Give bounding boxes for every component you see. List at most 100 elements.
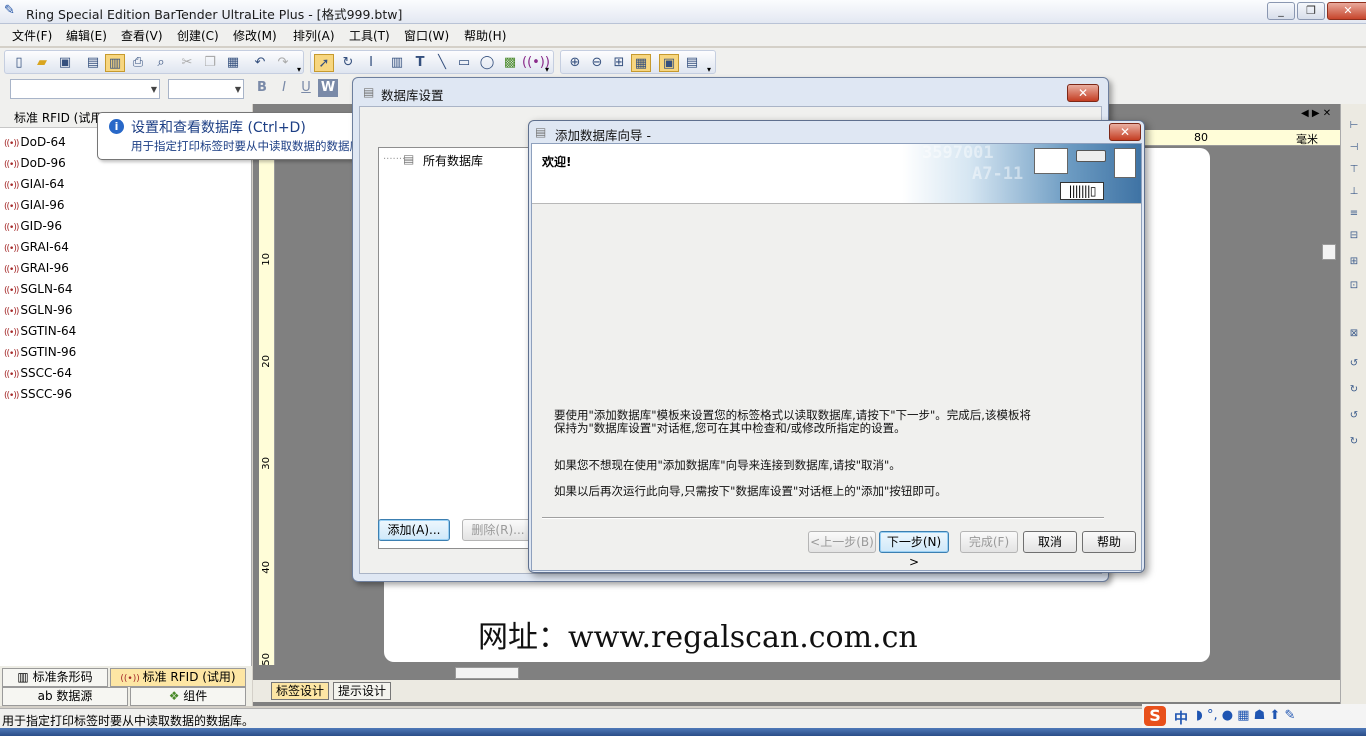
center-vertical-icon[interactable]: ⊡ [1346,280,1362,296]
list-item[interactable]: ((•)) SSCC-64 [4,366,72,380]
copy-icon[interactable]: ❐ [200,54,220,72]
label-url-text[interactable]: 网址：www.regalscan.com.cn [478,612,918,656]
page-setup-icon[interactable]: ▤ [83,54,103,72]
list-item[interactable]: ((•)) GRAI-64 [4,240,69,254]
menu-view[interactable]: 查看(V) [121,27,163,44]
ime-mode-label[interactable]: 中 [1174,708,1188,728]
label-printer-icon[interactable]: ▤ [682,54,702,72]
font-size-combo[interactable]: ▼ [168,79,244,99]
zoom-fit-icon[interactable]: ⊞ [609,54,629,72]
rotate-icon[interactable]: ↻ [338,54,358,72]
list-item[interactable]: ((•)) SSCC-96 [4,387,72,401]
next-button[interactable]: 下一步(N) > [879,531,949,569]
printer-settings-icon[interactable]: ▣ [659,54,679,72]
list-item[interactable]: ((•)) GIAI-64 [4,177,65,191]
tab-standard-barcode[interactable]: ▥ 标准条形码 [2,668,108,687]
rfid-tool-icon[interactable]: ((•)) [522,54,550,72]
rotate-180-icon[interactable]: ↻ [1346,384,1362,400]
open-folder-icon[interactable]: ▰ [32,54,52,72]
list-item[interactable]: ((•)) DoD-96 [4,156,66,170]
save-icon[interactable]: ▣ [55,54,75,72]
vertical-scrollbar-thumb[interactable] [1322,244,1336,260]
menu-file[interactable]: 文件(F) [12,27,52,44]
zoom-in-icon[interactable]: ⊕ [565,54,585,72]
tab-label-design[interactable]: 标签设计 [271,682,330,700]
rfid-icon: ((•)) [4,139,19,149]
font-name-combo[interactable]: ▼ [10,79,160,99]
zoom-out-icon[interactable]: ⊖ [587,54,607,72]
center-horizontal-icon[interactable]: ⊞ [1346,256,1362,272]
ime-tool-icons[interactable]: ◗ °, ● ▦ ☗ ⬆ ✎ [1196,708,1295,723]
back-button[interactable]: <上一步(B) [808,531,876,553]
align-bottom-icon[interactable]: ⊟ [1346,230,1362,246]
line-tool-icon[interactable]: ╲ [432,54,452,72]
menu-window[interactable]: 窗口(W) [404,27,449,44]
rotate-90-icon[interactable]: ↺ [1346,358,1362,374]
tab-datasource[interactable]: ab 数据源 [2,687,128,706]
align-middle-icon[interactable]: ≡ [1346,208,1362,224]
list-item[interactable]: ((•)) SGLN-96 [4,303,73,317]
italic-icon[interactable]: I [274,79,294,97]
restore-button[interactable]: ❐ [1297,2,1325,20]
help-button[interactable]: 帮助 [1082,531,1136,553]
barcode-tool-icon[interactable]: ▥ [387,54,407,72]
text-tool-icon[interactable]: T [410,54,430,72]
underline-icon[interactable]: U [296,79,316,97]
horizontal-scrollbar-thumb[interactable] [455,667,519,679]
sogou-logo-icon[interactable]: S [1144,706,1166,726]
menu-modify[interactable]: 修改(M) [233,27,277,44]
list-item[interactable]: ((•)) SGTIN-96 [4,345,76,359]
picture-tool-icon[interactable]: ▩ [500,54,520,72]
list-item[interactable]: ((•)) SGTIN-64 [4,324,76,338]
cut-icon[interactable]: ✂ [177,54,197,72]
menu-tools[interactable]: 工具(T) [349,27,390,44]
toolbar-overflow-icon[interactable]: ▾ [297,65,301,74]
toolbar-overflow-icon[interactable]: ▾ [545,65,549,74]
print-preview-icon[interactable]: ⌕ [151,54,171,72]
list-item[interactable]: ((•)) DoD-64 [4,135,66,149]
tab-prompt-design[interactable]: 提示设计 [333,682,392,700]
list-item[interactable]: ((•)) GIAI-96 [4,198,65,212]
grid-toggle-icon[interactable]: ▦ [631,54,651,72]
bold-icon[interactable]: B [252,79,272,97]
redo-icon[interactable]: ↷ [273,54,293,72]
cancel-button[interactable]: 取消 [1023,531,1077,553]
align-left-icon[interactable]: ⊢ [1346,120,1362,136]
panel-nav-icons[interactable]: ◀ ▶ ✕ [1301,108,1331,119]
finish-button[interactable]: 完成(F) [960,531,1018,553]
close-window-button[interactable]: ✕ [1327,2,1366,20]
word-wrap-icon[interactable]: W [318,79,338,97]
print-icon[interactable]: ⎙ [128,54,148,72]
text-cursor-icon[interactable]: I [361,54,381,72]
minimize-button[interactable]: _ [1267,2,1295,20]
database-setup-icon[interactable]: ▥ [105,54,125,72]
close-icon[interactable]: ✕ [1067,84,1099,102]
undo-icon[interactable]: ↶ [250,54,270,72]
close-icon[interactable]: ✕ [1109,123,1141,141]
tab-components[interactable]: ❖ 组件 [130,687,246,706]
delete-database-button[interactable]: 删除(R)... [462,519,534,541]
new-file-icon[interactable]: ▯ [9,54,29,72]
add-database-button[interactable]: 添加(A)... [378,519,450,541]
rotate-270-icon[interactable]: ↺ [1346,410,1362,426]
rotate-1-icon[interactable]: ↻ [1346,436,1362,452]
list-item[interactable]: ((•)) GID-96 [4,219,62,233]
wizard-paragraph: 保持为"数据库设置"对话框,您可在其中检查和/或修改所指定的设置。 [554,421,906,435]
tree-item-all-databases[interactable]: 所有数据库 [423,152,483,169]
rectangle-tool-icon[interactable]: ▭ [454,54,474,72]
menu-arrange[interactable]: 排列(A) [293,27,335,44]
menu-help[interactable]: 帮助(H) [464,27,506,44]
menu-edit[interactable]: 编辑(E) [66,27,107,44]
toolbar-overflow-icon[interactable]: ▾ [707,65,711,74]
align-center-icon[interactable]: ⊣ [1346,142,1362,158]
menu-create[interactable]: 创建(C) [177,27,219,44]
align-right-icon[interactable]: ⊤ [1346,164,1362,180]
ellipse-tool-icon[interactable]: ◯ [477,54,497,72]
select-pointer-icon[interactable]: ➚ [314,54,334,72]
distribute-icon[interactable]: ⊠ [1346,328,1362,344]
list-item[interactable]: ((•)) GRAI-96 [4,261,69,275]
align-top-icon[interactable]: ⊥ [1346,186,1362,202]
paste-icon[interactable]: ▦ [223,54,243,72]
tab-standard-rfid[interactable]: ((•)) 标准 RFID (试用) [110,668,246,687]
list-item[interactable]: ((•)) SGLN-64 [4,282,73,296]
